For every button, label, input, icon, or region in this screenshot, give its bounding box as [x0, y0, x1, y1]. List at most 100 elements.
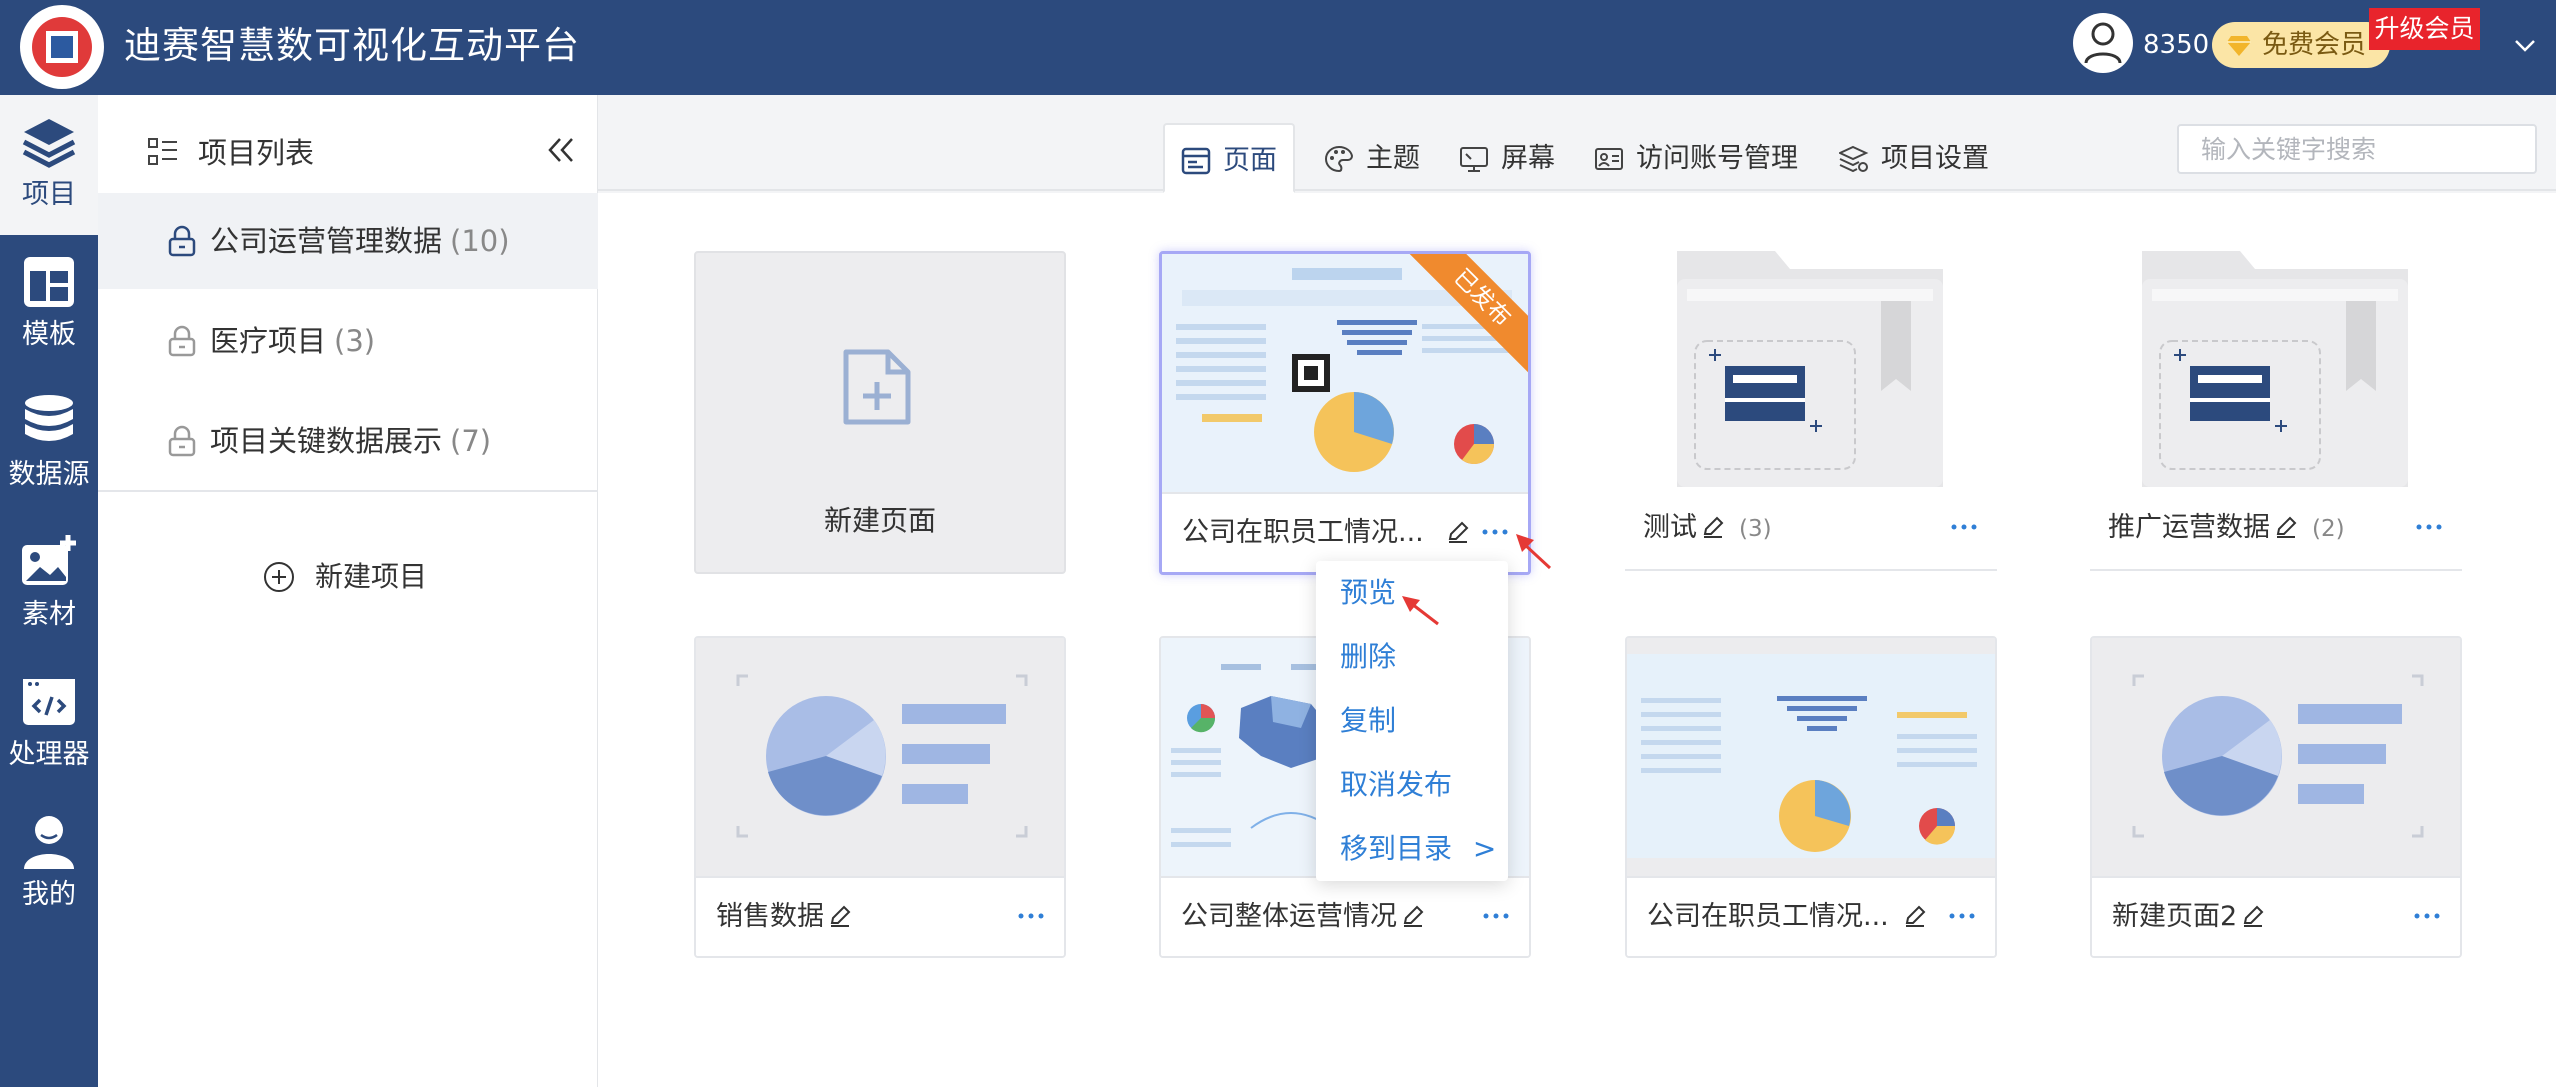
- panel-title: 项目列表: [198, 136, 315, 170]
- new-page-label: 新建页面: [823, 504, 936, 537]
- top-header: 迪赛智慧数可视化互动平台 8350 免费会员 升级会员: [0, 0, 2556, 95]
- diamond-icon: [2227, 36, 2251, 56]
- tab-project-settings[interactable]: 项目设置: [1823, 123, 2023, 191]
- folder-count: (3): [1739, 516, 1772, 542]
- nav-item-datasource[interactable]: 数据源: [0, 375, 98, 515]
- nav-label: 数据源: [8, 459, 90, 490]
- screen-icon: [1460, 147, 1488, 172]
- card-footer: 推广运营数据 (2): [2090, 489, 2462, 571]
- project-name: 公司运营管理数据: [210, 224, 443, 258]
- edit-pencil-icon[interactable]: [1446, 520, 1470, 544]
- edit-pencil-icon[interactable]: [828, 904, 852, 928]
- edit-pencil-icon[interactable]: [2274, 515, 2298, 539]
- annotation-arrow-icon: [1402, 596, 1439, 626]
- more-dots-icon[interactable]: [2414, 517, 2444, 537]
- project-item[interactable]: 公司运营管理数据 (10): [98, 193, 598, 289]
- card-footer: 销售数据: [696, 876, 1064, 956]
- project-count: (3): [334, 324, 376, 358]
- folder-icon: [1677, 251, 1943, 487]
- lock-icon: [168, 225, 196, 257]
- menu-item-preview[interactable]: 预览: [1340, 573, 1396, 613]
- app-title: 迪赛智慧数可视化互动平台: [124, 24, 580, 67]
- main-nav-rail: 项目 模板 数据源 素材 处理器 我的: [0, 95, 98, 1087]
- tab-screen[interactable]: 屏幕: [1443, 123, 1563, 191]
- code-icon: [23, 679, 75, 725]
- project-item[interactable]: 医疗项目 (3): [98, 293, 598, 389]
- page-title: 公司在职员工情况...: [1182, 517, 1424, 548]
- menu-item-delete[interactable]: 删除: [1340, 637, 1396, 677]
- page-icon: [1181, 147, 1211, 175]
- search-input[interactable]: [2177, 124, 2537, 174]
- page-thumbnail: [1627, 638, 1995, 876]
- page-title: 公司整体运营情况: [1181, 901, 1397, 932]
- divider: [98, 490, 598, 492]
- palette-icon: [1325, 145, 1354, 173]
- database-icon: [25, 395, 73, 441]
- tab-access-accounts[interactable]: 访问账号管理: [1578, 123, 1808, 191]
- project-count: (7): [450, 424, 492, 458]
- new-page-card[interactable]: 新建页面: [694, 251, 1066, 574]
- user-avatar[interactable]: [2073, 13, 2133, 73]
- page-card[interactable]: 公司在职员工情况...: [1625, 636, 1997, 958]
- edit-pencil-icon[interactable]: [2241, 904, 2265, 928]
- menu-item-move-to-folder[interactable]: 移到目录 >: [1340, 829, 1496, 869]
- nav-label: 处理器: [8, 739, 90, 770]
- nav-item-templates[interactable]: 模板: [0, 235, 98, 375]
- more-dots-icon[interactable]: [1481, 906, 1511, 926]
- tab-pages[interactable]: 页面: [1163, 123, 1295, 193]
- more-dots-icon[interactable]: [1949, 517, 1979, 537]
- menu-item-label: 移到目录: [1340, 832, 1453, 865]
- folder-title: 推广运营数据: [2108, 512, 2270, 543]
- page-card[interactable]: 销售数据: [694, 636, 1066, 958]
- add-file-icon: [843, 349, 911, 425]
- user-icon: [2084, 22, 2122, 64]
- page-card[interactable]: 已发布 公司在职员工情况...: [1159, 251, 1531, 575]
- nav-label: 我的: [22, 879, 76, 910]
- tab-label: 主题: [1366, 143, 1420, 174]
- more-dots-icon[interactable]: [1947, 906, 1977, 926]
- new-project-label: 新建项目: [315, 560, 428, 593]
- edit-pencil-icon[interactable]: [1903, 904, 1927, 928]
- folder-title: 测试: [1643, 512, 1697, 543]
- list-icon: [148, 138, 177, 165]
- edit-pencil-icon[interactable]: [1401, 904, 1425, 928]
- nav-label: 素材: [22, 599, 76, 630]
- nav-item-mine[interactable]: 我的: [0, 795, 98, 935]
- card-footer: 测试 (3): [1625, 489, 1997, 571]
- plus-circle-icon: [264, 562, 294, 592]
- page-thumbnail: 已发布: [1162, 254, 1528, 492]
- project-item[interactable]: 项目关键数据展示 (7): [98, 393, 598, 489]
- upgrade-button[interactable]: 升级会员: [2369, 8, 2480, 50]
- app-logo[interactable]: [20, 5, 104, 89]
- menu-item-copy[interactable]: 复制: [1340, 701, 1396, 741]
- card-footer: 新建页面2: [2092, 876, 2460, 956]
- page-thumbnail: [2092, 638, 2460, 876]
- user-icon: [24, 816, 74, 869]
- template-icon: [24, 257, 74, 307]
- nav-label: 模板: [22, 319, 76, 350]
- image-add-icon: [22, 535, 76, 585]
- folder-card[interactable]: 推广运营数据 (2): [2090, 251, 2462, 571]
- more-dots-icon[interactable]: [1480, 522, 1510, 542]
- tab-label: 项目设置: [1881, 143, 1989, 174]
- nav-item-projects[interactable]: 项目: [0, 95, 98, 235]
- nav-item-assets[interactable]: 素材: [0, 515, 98, 655]
- project-count: (10): [450, 224, 510, 258]
- tab-theme[interactable]: 主题: [1308, 123, 1428, 191]
- lock-icon: [168, 325, 196, 357]
- collapse-double-chevron-icon[interactable]: [546, 135, 576, 165]
- annotation-arrow-icon: [1516, 534, 1552, 570]
- chevron-down-icon[interactable]: [2512, 32, 2538, 58]
- account-icon: [1595, 148, 1623, 170]
- folder-card[interactable]: 测试 (3): [1625, 251, 1997, 571]
- chevron-right-icon: >: [1472, 832, 1497, 865]
- more-dots-icon[interactable]: [1016, 906, 1046, 926]
- tab-label: 屏幕: [1501, 143, 1555, 174]
- page-card[interactable]: 新建页面2: [2090, 636, 2462, 958]
- member-label: 免费会员: [2262, 30, 2367, 60]
- nav-item-processors[interactable]: 处理器: [0, 655, 98, 795]
- edit-pencil-icon[interactable]: [1701, 515, 1725, 539]
- member-badge[interactable]: 免费会员: [2212, 22, 2390, 68]
- menu-item-unpublish[interactable]: 取消发布: [1340, 765, 1452, 805]
- more-dots-icon[interactable]: [2412, 906, 2442, 926]
